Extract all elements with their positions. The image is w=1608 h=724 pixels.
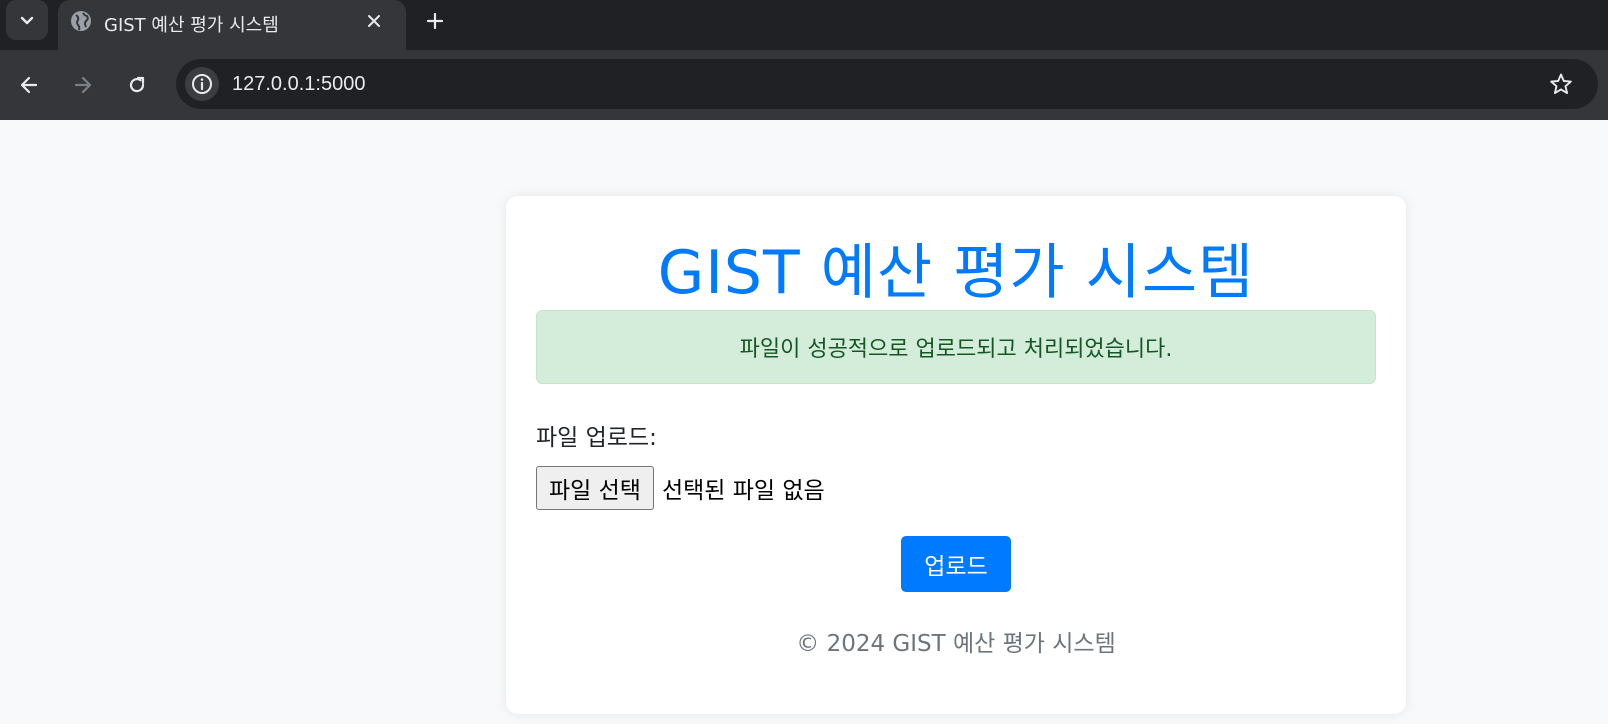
arrow-right-icon (74, 76, 92, 94)
url-text[interactable]: 127.0.0.1:5000 (232, 73, 365, 96)
info-icon (192, 74, 212, 94)
page-title: GIST 예산 평가 시스템 (657, 238, 1255, 308)
upload-button[interactable]: 업로드 (901, 536, 1011, 592)
footer-text: © 2024 GIST 예산 평가 시스템 (796, 631, 1116, 657)
new-tab-button[interactable] (420, 6, 450, 36)
tab-close-button[interactable] (361, 8, 387, 34)
arrow-left-icon (20, 76, 38, 94)
file-status-text: 선택된 파일 없음 (661, 478, 825, 504)
close-icon (368, 15, 380, 27)
upload-label: 파일 업로드: (536, 425, 657, 451)
reload-icon (129, 76, 145, 93)
plus-icon (426, 12, 444, 30)
success-alert: 파일이 성공적으로 업로드되고 처리되었습니다. (536, 310, 1376, 384)
forward-button[interactable] (66, 68, 100, 102)
tab-title: GIST 예산 평가 시스템 (104, 15, 279, 36)
star-icon (1550, 73, 1572, 95)
active-tab[interactable]: GIST 예산 평가 시스템 (58, 0, 406, 50)
page-viewport: GIST 예산 평가 시스템 파일이 성공적으로 업로드되고 처리되었습니다. … (0, 120, 1608, 724)
browser-toolbar: 127.0.0.1:5000 (0, 50, 1608, 120)
choose-file-button[interactable]: 파일 선택 (536, 466, 654, 510)
file-input[interactable]: 파일 선택 선택된 파일 없음 (536, 466, 825, 510)
tab-search-button[interactable] (6, 0, 48, 40)
tab-strip: GIST 예산 평가 시스템 (0, 0, 1608, 50)
reload-button[interactable] (120, 68, 154, 102)
chevron-down-icon (20, 16, 34, 25)
back-button[interactable] (12, 68, 46, 102)
address-bar[interactable]: 127.0.0.1:5000 (176, 59, 1598, 109)
bookmark-button[interactable] (1546, 69, 1576, 99)
site-info-button[interactable] (185, 67, 219, 101)
globe-icon (71, 11, 91, 31)
main-card: GIST 예산 평가 시스템 파일이 성공적으로 업로드되고 처리되었습니다. … (506, 196, 1406, 714)
alert-message: 파일이 성공적으로 업로드되고 처리되었습니다. (739, 337, 1173, 362)
